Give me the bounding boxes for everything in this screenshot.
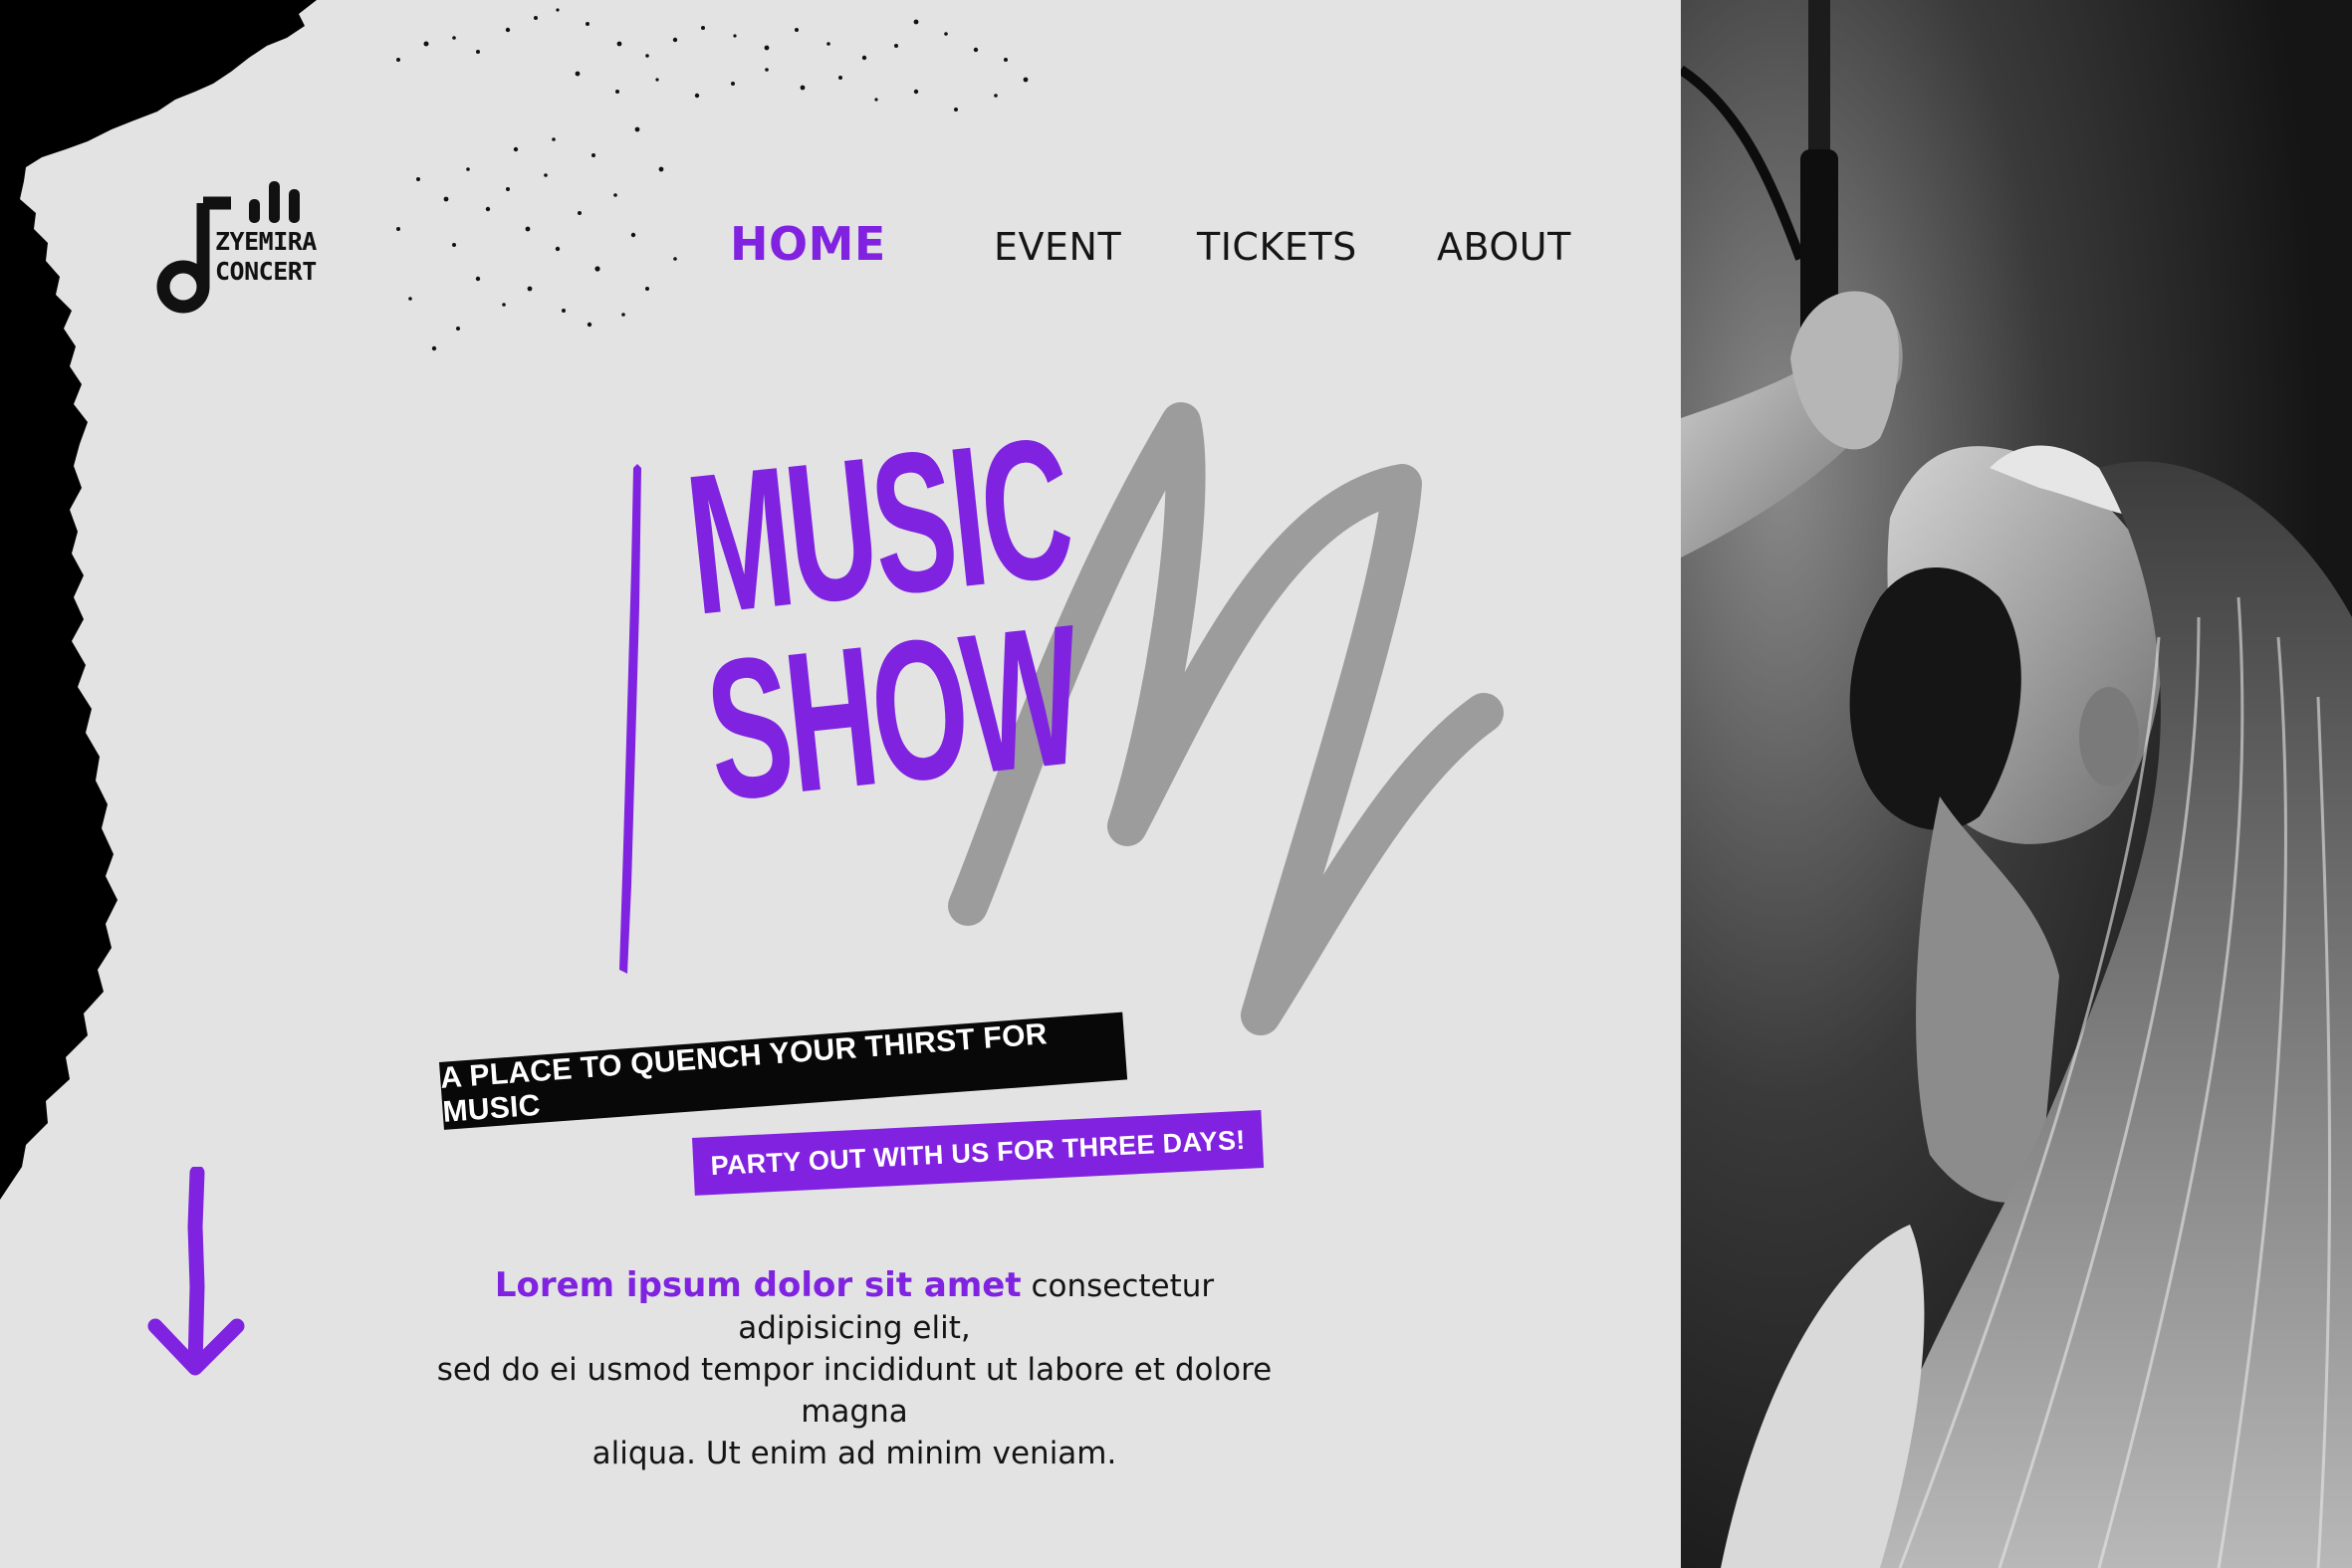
nav-about[interactable]: ABOUT <box>1437 225 1571 269</box>
nav-tickets[interactable]: TICKETS <box>1197 225 1357 269</box>
nav-home[interactable]: HOME <box>730 217 886 271</box>
intro-line3: aliqua. Ut enim ad minim veniam. <box>591 1436 1117 1471</box>
intro-line2: sed do ei usmod tempor incididunt ut lab… <box>436 1352 1273 1430</box>
intro-paragraph: Lorem ipsum dolor sit amet consectetur a… <box>416 1264 1293 1474</box>
brand-name-line1: ZYEMIRA <box>215 227 317 256</box>
brand-logo[interactable]: ZYEMIRA CONCERT <box>149 175 329 325</box>
title-accent-bar <box>619 464 641 974</box>
arrow-down-icon[interactable] <box>147 1167 247 1386</box>
hero-title: MUSIC SHOW <box>677 364 1326 843</box>
landing-page: ZYEMIRA CONCERT HOME EVENT TICKETS ABOUT… <box>0 0 2352 1568</box>
brand-name: ZYEMIRA CONCERT <box>215 227 317 287</box>
singer-photo <box>1681 0 2352 1568</box>
hero-title-line2: SHOW <box>697 583 1088 843</box>
ink-speckle-texture <box>396 8 1029 351</box>
intro-highlight: Lorem ipsum dolor sit amet <box>494 1265 1022 1305</box>
singer-photo-image <box>1681 0 2352 1568</box>
brand-name-line2: CONCERT <box>215 257 317 286</box>
nav-event[interactable]: EVENT <box>994 225 1121 269</box>
